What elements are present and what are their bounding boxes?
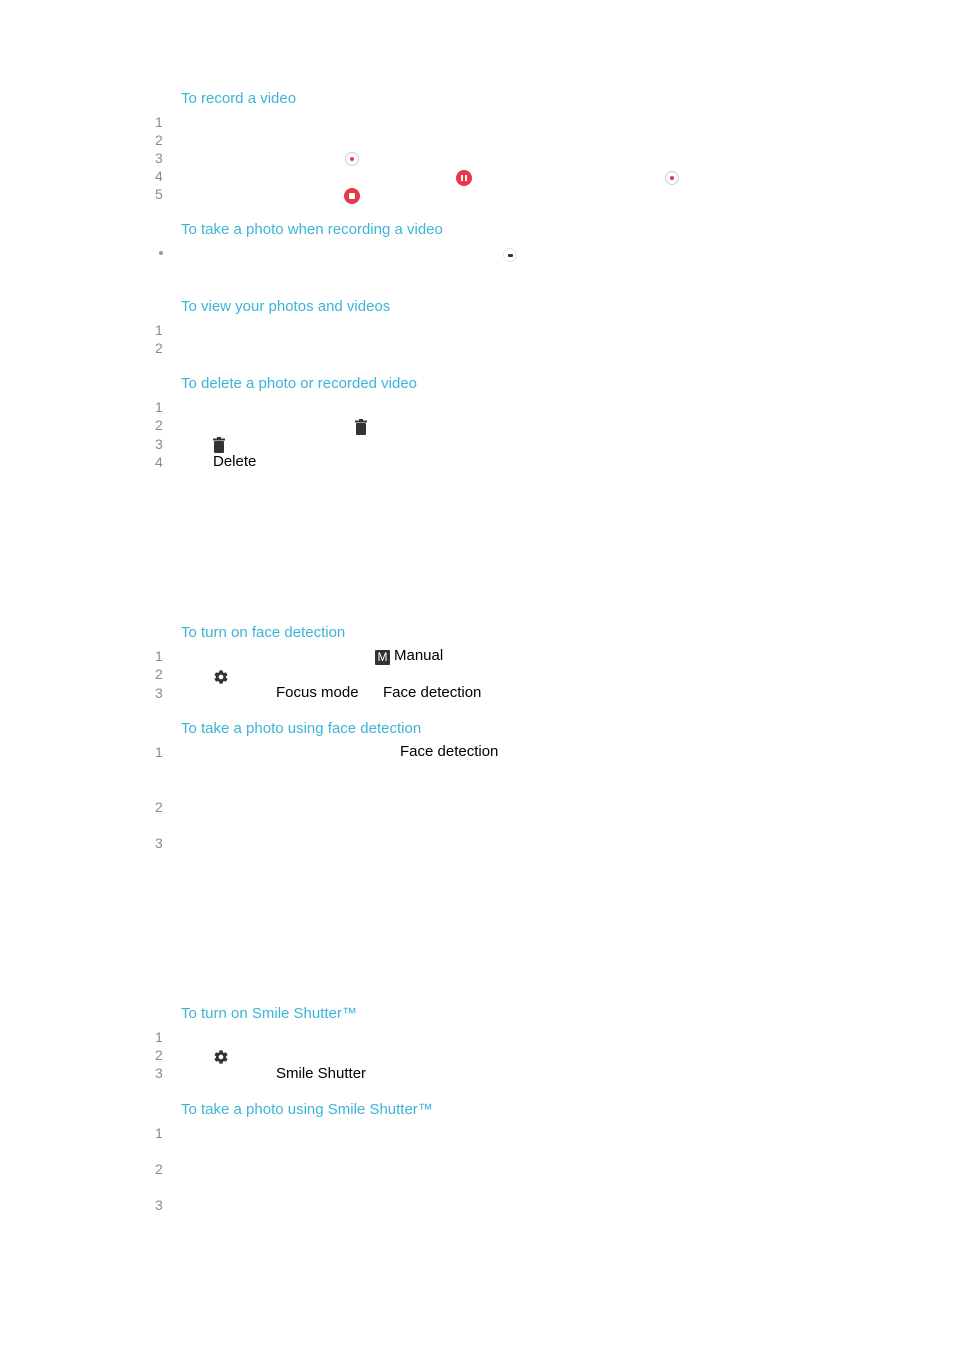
step-number: 2: [155, 1161, 163, 1177]
pause-icon: [456, 170, 472, 186]
step-number: 2: [155, 1047, 163, 1063]
step-number: 3: [155, 436, 163, 452]
heading-record-video: To record a video: [181, 90, 297, 107]
step-number: 2: [155, 417, 163, 433]
step-number: 1: [155, 1125, 163, 1141]
record-icon: [345, 152, 359, 166]
step-number: 3: [155, 150, 163, 166]
step-number: 2: [155, 132, 163, 148]
heading-turn-on-face-detection: To turn on face detection: [181, 624, 346, 641]
heading-delete-photo: To delete a photo or recorded video: [181, 375, 417, 392]
gear-icon: [214, 670, 228, 684]
step-number: 2: [155, 340, 163, 356]
step-number: 1: [155, 399, 163, 415]
step-number: 3: [155, 1065, 163, 1081]
focus-mode-label: Focus mode: [276, 684, 359, 701]
face-detection-label: Face detection: [383, 684, 482, 701]
smile-shutter-label: Smile Shutter: [276, 1065, 367, 1082]
step-number: 3: [155, 685, 163, 701]
step-number: 1: [155, 1029, 163, 1045]
heading-photo-face-detection: To take a photo using face detection: [181, 720, 422, 737]
step-number: 1: [155, 322, 163, 338]
heading-turn-on-smile-shutter: To turn on Smile Shutter™: [181, 1005, 357, 1022]
step-number: 1: [155, 648, 163, 664]
heading-photo-smile-shutter: To take a photo using Smile Shutter™: [181, 1101, 433, 1118]
step-number: 5: [155, 186, 163, 202]
trash-icon: [355, 419, 367, 435]
step-number: 2: [155, 799, 163, 815]
step-number: 4: [155, 168, 163, 184]
step-number: 3: [155, 835, 163, 851]
delete-label: Delete: [213, 453, 257, 470]
camera-icon: [503, 248, 517, 262]
list-bullet: [159, 251, 163, 255]
face-detection-label: Face detection: [400, 743, 499, 760]
step-number: 2: [155, 666, 163, 682]
heading-view-photos: To view your photos and videos: [181, 298, 391, 315]
step-number: 1: [155, 744, 163, 760]
manual-mode-icon: M: [375, 650, 390, 665]
gear-icon: [214, 1050, 228, 1064]
stop-icon: [344, 188, 360, 204]
step-number: 3: [155, 1197, 163, 1213]
step-number: 1: [155, 114, 163, 130]
manual-label: Manual: [394, 647, 444, 664]
step-number: 4: [155, 454, 163, 470]
heading-photo-while-recording: To take a photo when recording a video: [181, 221, 443, 238]
record-icon: [665, 171, 679, 185]
trash-icon: [213, 437, 225, 453]
